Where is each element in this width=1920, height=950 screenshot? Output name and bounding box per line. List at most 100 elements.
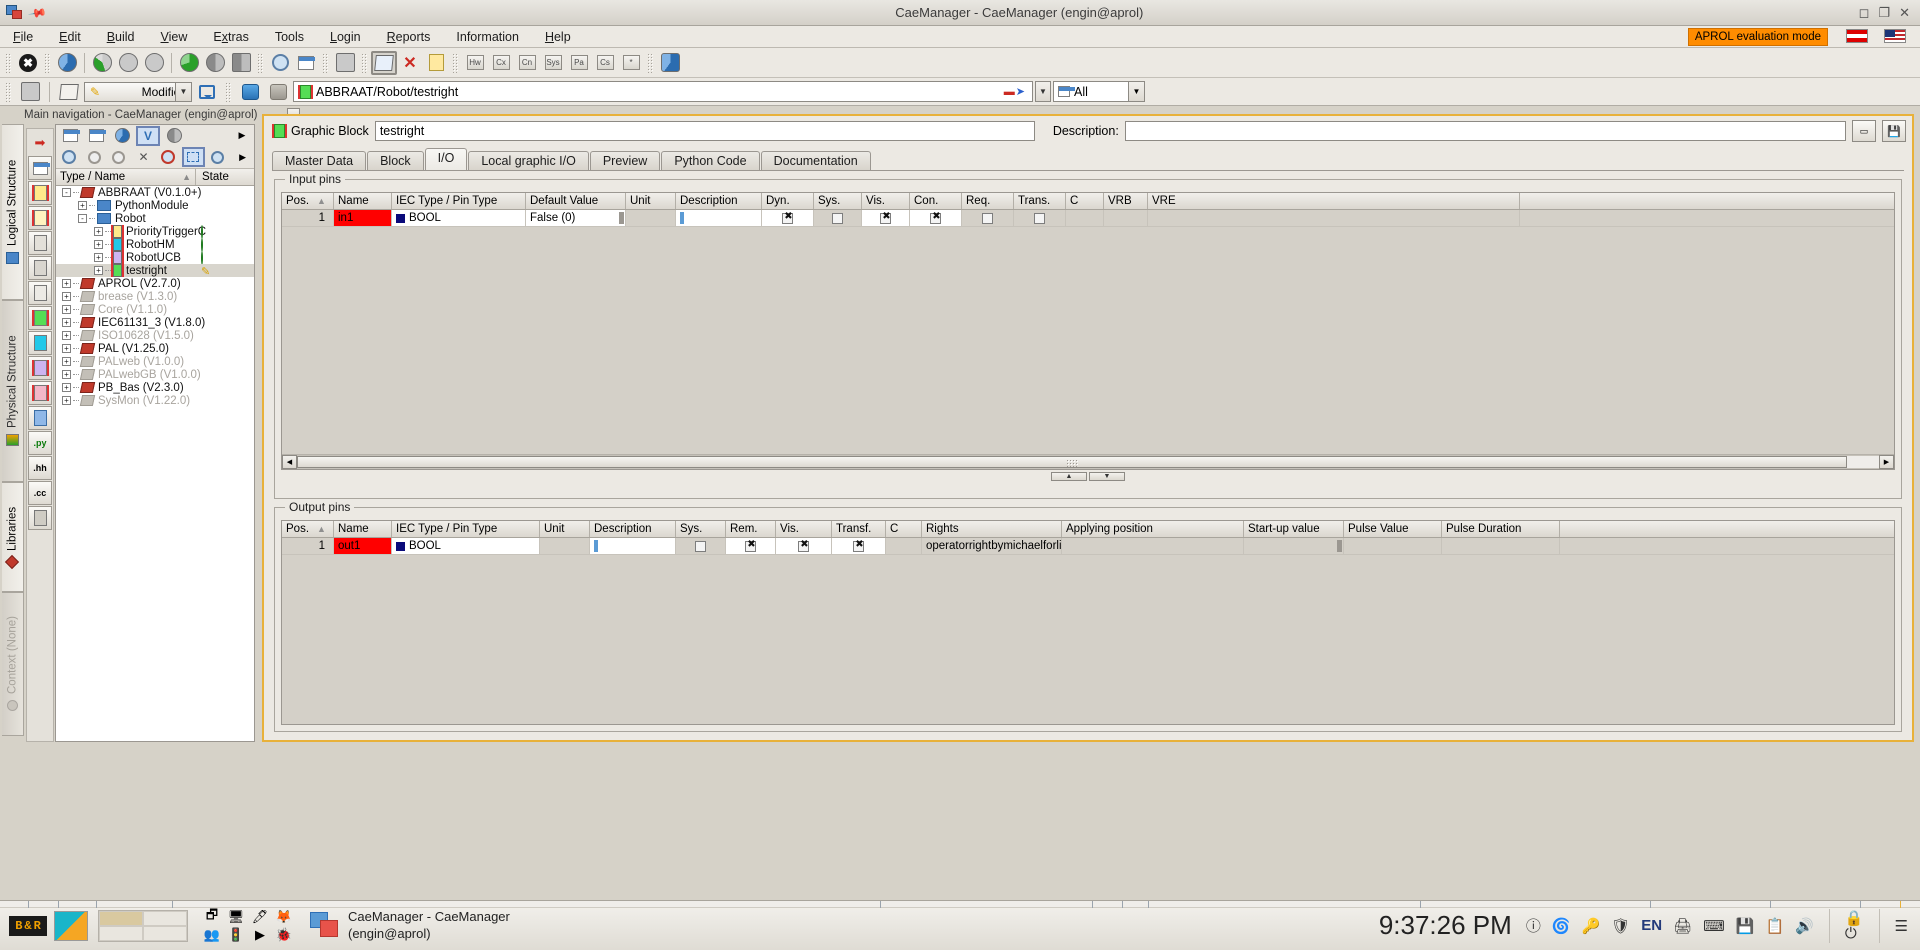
scroll-track[interactable] xyxy=(297,455,1879,469)
transf-checkbox[interactable] xyxy=(853,539,865,552)
output-pins-col-unit[interactable]: Unit xyxy=(540,521,590,537)
workspace-3[interactable] xyxy=(99,925,143,941)
input-pins-col-vrb[interactable]: VRB xyxy=(1104,193,1148,209)
output-pins-cell-vis[interactable] xyxy=(776,538,832,554)
toolbar-grip-2[interactable] xyxy=(44,52,51,73)
pie-version-icon[interactable] xyxy=(141,51,167,75)
power-icon[interactable]: ⏻ xyxy=(1845,926,1864,941)
search-magnifier-icon[interactable] xyxy=(267,51,293,75)
sidebar-item-physical-structure[interactable]: Physical Structure xyxy=(2,300,24,482)
hh-file-icon[interactable]: .hh xyxy=(28,456,52,480)
tree-item-pythonmodule[interactable]: + PythonModule xyxy=(56,199,254,212)
input-pins-cell-vre[interactable] xyxy=(1148,210,1520,226)
toolbar-grip[interactable] xyxy=(5,52,12,73)
input-pins-cell-con[interactable] xyxy=(910,210,962,226)
output-pins-cell-rights[interactable]: operatorrightbymichaelforlib xyxy=(922,538,1062,554)
select-box-icon[interactable] xyxy=(181,147,205,168)
tree-item-sysmon[interactable]: + SysMon (V1.22.0) xyxy=(56,394,254,407)
collapse-button[interactable]: ▭ xyxy=(1852,120,1876,142)
output-pins-cell-pulse_duration[interactable] xyxy=(1442,538,1560,554)
path-bar[interactable]: ABBRAAT/Robot/testright ▬ ➤ xyxy=(293,81,1033,102)
output-pins-rows[interactable]: 1out1 BOOL operatorrightbymichaelforlib xyxy=(282,538,1894,555)
tab-master-data[interactable]: Master Data xyxy=(272,151,367,170)
tree-expander[interactable]: + xyxy=(62,396,71,405)
tree-item-robot[interactable]: - Robot xyxy=(56,212,254,225)
close-icon[interactable]: ✕ xyxy=(1899,5,1910,21)
toolbar-grip-7[interactable] xyxy=(647,52,654,73)
toolbar2-grip[interactable] xyxy=(5,81,12,102)
input-pins-col-iec-type-pin-type[interactable]: IEC Type / Pin Type xyxy=(392,193,526,209)
dyn-checkbox[interactable] xyxy=(782,211,794,224)
menu-extras[interactable]: Extras xyxy=(200,28,261,46)
trans-checkbox[interactable] xyxy=(1034,212,1045,224)
py-file-icon[interactable]: .py xyxy=(28,431,52,455)
tab-python-code[interactable]: Python Code xyxy=(661,151,760,170)
input-pins-cell-vrb[interactable] xyxy=(1104,210,1148,226)
link-disabled-icon[interactable] xyxy=(17,80,43,104)
graphic-block-name-input[interactable]: testright xyxy=(374,121,1035,141)
tree-item-abbraat[interactable]: - ABBRAAT (V0.1.0+) xyxy=(56,186,254,199)
zoom-prev-icon[interactable] xyxy=(83,147,106,167)
toolbar-grip-4[interactable] xyxy=(322,52,329,73)
menu-information[interactable]: Information xyxy=(443,28,532,46)
vis-checkbox[interactable] xyxy=(798,539,810,552)
zoom-clear-icon[interactable]: ✕ xyxy=(132,147,155,167)
output-pins-col-transf-[interactable]: Transf. xyxy=(832,521,886,537)
cyan-chip-icon[interactable] xyxy=(28,331,52,355)
monitor-icon[interactable] xyxy=(54,910,88,941)
grey-rows-icon[interactable] xyxy=(28,231,52,255)
clipboard-icon[interactable]: 📋 xyxy=(1765,917,1784,935)
firefox-icon[interactable]: 🦊 xyxy=(276,909,292,925)
tree-item-core[interactable]: + Core (V1.1.0) xyxy=(56,303,254,316)
key-wrench-icon[interactable]: 🔑 xyxy=(1582,917,1601,935)
workspace-4[interactable] xyxy=(143,925,187,941)
scroll-thumb[interactable] xyxy=(297,456,1848,468)
menu-reports[interactable]: Reports xyxy=(374,28,444,46)
yellow-band-icon[interactable] xyxy=(28,206,52,230)
pin-icon[interactable]: 📌 xyxy=(27,2,47,22)
floppy-icon[interactable]: 💾 xyxy=(1736,917,1755,935)
link-icon[interactable] xyxy=(56,80,82,104)
output-pins-cell-startup_value[interactable] xyxy=(1244,538,1344,554)
tree-expander[interactable]: + xyxy=(62,370,71,379)
menu-tools[interactable]: Tools xyxy=(262,28,317,46)
info-icon[interactable]: ⓘ xyxy=(1526,915,1541,936)
tab-block[interactable]: Block xyxy=(367,151,424,170)
yellow-block-icon[interactable] xyxy=(28,181,52,205)
zoom-next-icon[interactable] xyxy=(107,147,130,167)
monitor-small-icon[interactable]: 🖥 xyxy=(228,909,245,925)
menu-edit[interactable]: Edit xyxy=(46,28,94,46)
pie-blue-icon[interactable] xyxy=(54,51,80,75)
new-page-icon[interactable] xyxy=(423,51,449,75)
output-pins-col-pulse-duration[interactable]: Pulse Duration xyxy=(1442,521,1560,537)
traffic-light-icon[interactable]: 🚦 xyxy=(228,927,244,943)
shield-g-icon[interactable]: 🛡 xyxy=(1611,917,1630,935)
maximize-icon[interactable]: ❐ xyxy=(1878,5,1890,21)
input-pins-grid[interactable]: Pos. ▲ Name IEC Type / Pin Type Default Valu… xyxy=(281,192,1895,470)
output-pins-cell-pulse_value[interactable] xyxy=(1344,538,1442,554)
workspace-1[interactable] xyxy=(99,910,143,926)
description-input[interactable] xyxy=(1124,121,1846,141)
tree-item-testright[interactable]: + testright ✎ xyxy=(56,264,254,278)
output-pins-col-sys-[interactable]: Sys. xyxy=(676,521,726,537)
terminal-icon[interactable]: ▶ xyxy=(255,927,265,943)
history-icon[interactable] xyxy=(207,147,230,167)
list-view-icon[interactable] xyxy=(58,126,82,146)
tree-item-pal[interactable]: + PAL (V1.25.0) xyxy=(56,342,254,355)
cell-resize-grip[interactable] xyxy=(1337,540,1342,552)
input-pins-cell-iec_type[interactable]: BOOL xyxy=(392,210,526,226)
output-pins-col-name[interactable]: Name xyxy=(334,521,392,537)
chevron-down-icon[interactable]: ▼ xyxy=(175,82,191,101)
language-indicator[interactable]: EN xyxy=(1641,917,1662,934)
swirl-icon[interactable]: 🌀 xyxy=(1552,917,1571,935)
input-pins-col-con-[interactable]: Con. xyxy=(910,193,962,209)
tree-item-palweb[interactable]: + PALweb (V1.0.0) xyxy=(56,355,254,368)
input-pins-col-unit[interactable]: Unit xyxy=(626,193,676,209)
edit-pencil-box-icon[interactable] xyxy=(371,50,397,75)
close-red-x-icon[interactable]: ✕ xyxy=(397,51,423,75)
comment-bubble-icon[interactable] xyxy=(194,80,220,104)
sys-button[interactable]: Sys xyxy=(540,51,566,75)
star-button[interactable]: * xyxy=(618,51,644,75)
output-pins-cell-applying_position[interactable] xyxy=(1062,538,1244,554)
version-view-icon[interactable]: V xyxy=(136,125,160,146)
